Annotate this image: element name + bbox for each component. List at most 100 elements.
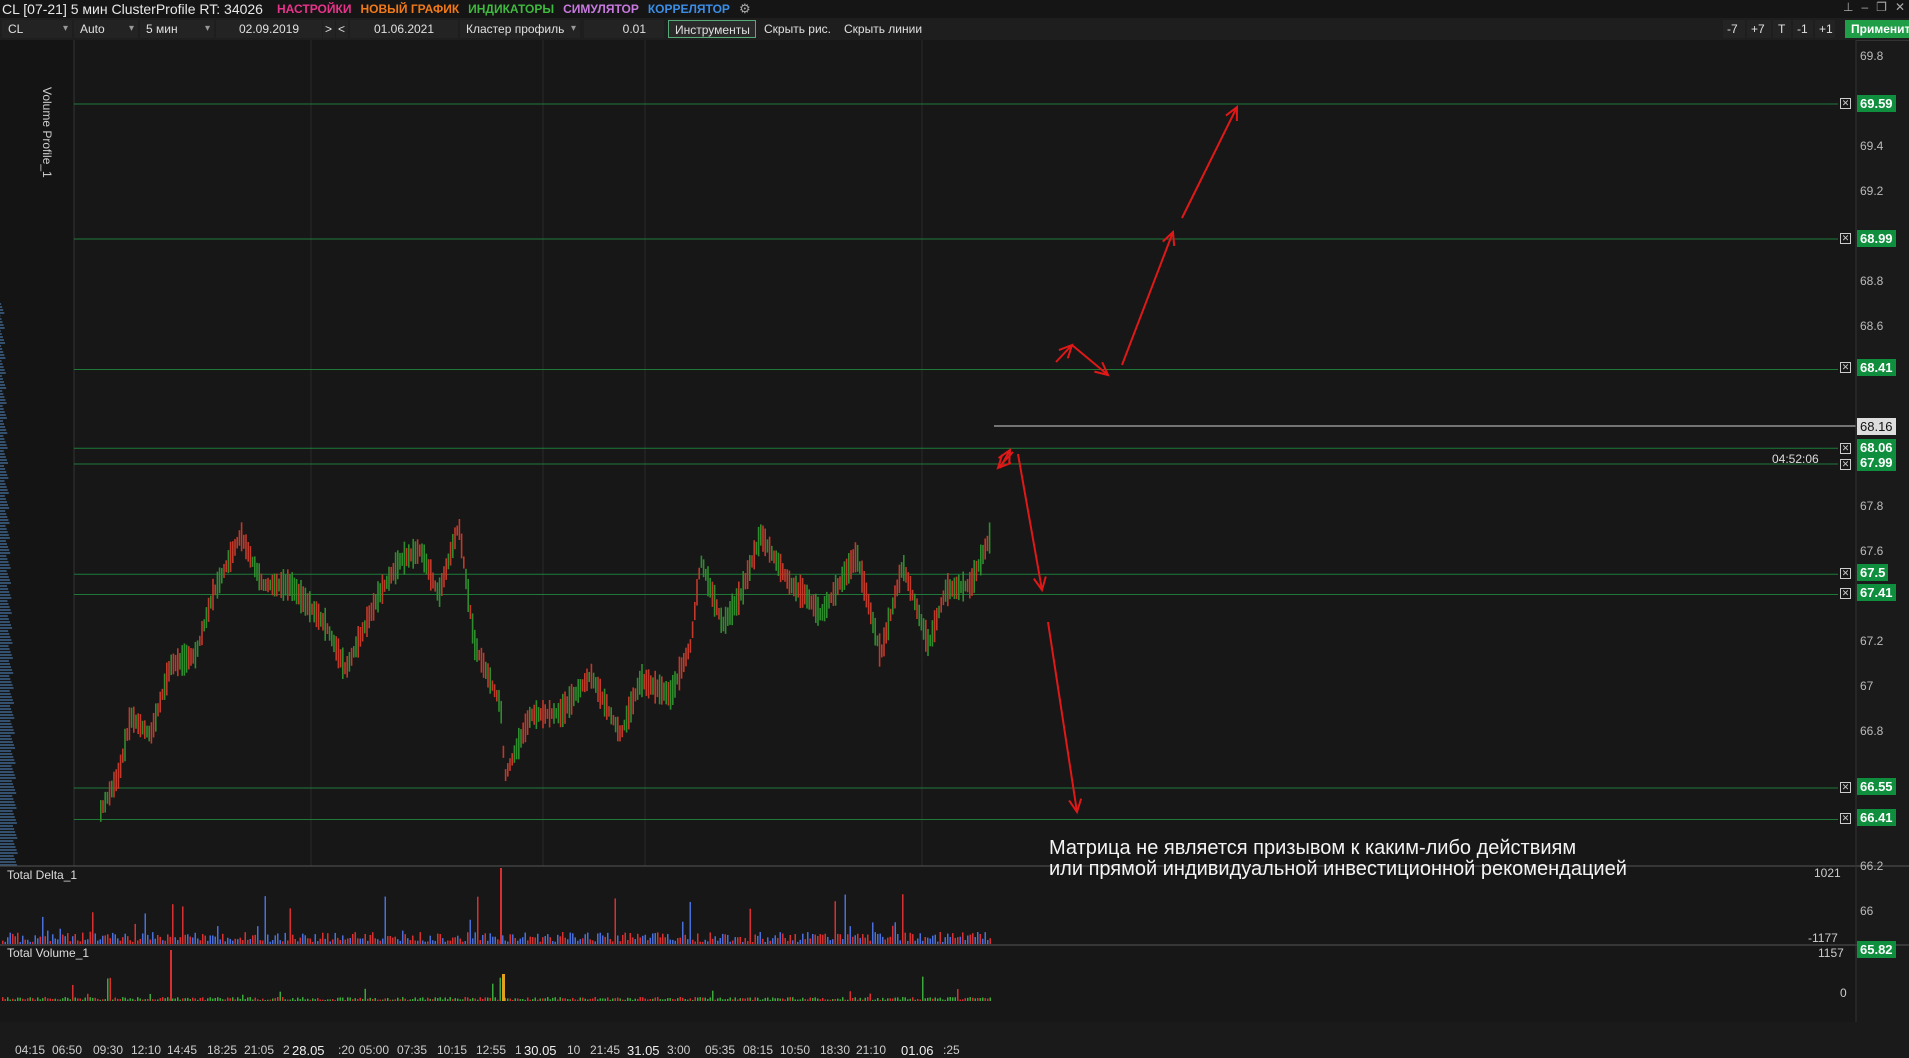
minus7-button[interactable]: -7 — [1723, 20, 1745, 38]
volume-bar — [465, 997, 467, 1001]
volume-bar — [380, 1000, 382, 1001]
cluster-bar — [657, 680, 659, 698]
volume-bar — [755, 997, 757, 1001]
volume-profile-bar — [0, 627, 12, 629]
volume-bar — [297, 998, 299, 1001]
delta-bar — [485, 933, 487, 944]
pin-icon[interactable]: ⊥ — [1843, 0, 1853, 14]
delta-bar — [232, 941, 234, 944]
date-to-field[interactable]: 01.06.2021 — [350, 20, 458, 38]
volume-max: 1157 — [1818, 946, 1844, 960]
volume-profile-bar — [0, 444, 7, 446]
hide-drawings-button[interactable]: Скрыть рис. — [758, 20, 842, 38]
volume-bar — [642, 997, 644, 1001]
menu-indicators[interactable]: ИНДИКАТОРЫ — [468, 2, 554, 16]
apply-button[interactable]: Применить — [1845, 20, 1909, 38]
volume-profile-bar — [0, 705, 10, 707]
delta-bar — [720, 938, 722, 944]
cluster-bar — [767, 539, 769, 552]
minus1-button[interactable]: -1 — [1793, 20, 1813, 38]
volume-profile-bar — [0, 717, 14, 719]
timeframe-select[interactable]: 5 мин — [140, 20, 214, 38]
cluster-bar — [509, 758, 511, 771]
level-close-icon[interactable]: ✕ — [1840, 459, 1851, 470]
cluster-bar — [555, 708, 557, 718]
level-close-icon[interactable]: ✕ — [1840, 588, 1851, 599]
volume-profile-bar — [0, 822, 17, 824]
cluster-bar — [947, 573, 949, 606]
plus1-button[interactable]: +1 — [1815, 20, 1835, 38]
volume-profile-bar — [0, 408, 4, 410]
date-from-field[interactable]: 02.09.2019 — [216, 20, 322, 38]
delta-bar — [560, 936, 562, 944]
tools-button[interactable]: Инструменты — [668, 20, 756, 38]
menu-new-chart[interactable]: НОВЫЙ ГРАФИК — [360, 2, 459, 16]
delta-bar — [22, 936, 24, 944]
symbol-select[interactable]: CL — [2, 20, 72, 38]
t-button[interactable]: T — [1773, 20, 1791, 38]
volume-bar — [757, 998, 759, 1001]
volume-bar — [220, 998, 222, 1001]
cluster-bar — [758, 527, 760, 556]
menu-settings[interactable]: НАСТРОЙКИ — [277, 2, 351, 16]
volume-profile-bar — [0, 615, 8, 617]
volume-bar — [177, 997, 179, 1001]
volume-bar — [252, 1000, 254, 1001]
cluster-bar — [379, 583, 381, 602]
level-label: 69.59 — [1857, 95, 1896, 112]
menu-simulator[interactable]: СИМУЛЯТОР — [563, 2, 639, 16]
level-close-icon[interactable]: ✕ — [1840, 98, 1851, 109]
level-close-icon[interactable]: ✕ — [1840, 782, 1851, 793]
level-close-icon[interactable]: ✕ — [1840, 813, 1851, 824]
nav-next-button[interactable]: > — [323, 20, 335, 38]
volume-profile-bar — [0, 651, 11, 653]
level-close-icon[interactable]: ✕ — [1840, 362, 1851, 373]
volume-profile-bar — [0, 765, 12, 767]
delta-bar — [542, 937, 544, 944]
restore-icon[interactable]: ❐ — [1876, 0, 1887, 14]
chart-area[interactable]: Volume Profile_1 04:52:06 Матрица не явл… — [0, 40, 1909, 1022]
delta-bar — [817, 936, 819, 944]
cluster-bar — [729, 601, 731, 625]
cluster-bar — [265, 579, 267, 591]
delta-bar — [167, 934, 169, 944]
volume-profile-bar — [0, 630, 8, 632]
chart-type-select[interactable]: Кластер профиль — [460, 20, 580, 38]
close-icon[interactable]: ✕ — [1895, 0, 1905, 14]
cluster-bar — [938, 606, 940, 618]
cluster-bar — [665, 681, 667, 704]
delta-bar — [447, 941, 449, 944]
cluster-bar — [239, 530, 241, 546]
minimize-icon[interactable]: – — [1861, 0, 1868, 14]
nav-prev-button[interactable]: < — [336, 20, 348, 38]
cluster-bar — [804, 584, 806, 604]
hide-lines-button[interactable]: Скрыть линии — [838, 20, 928, 38]
scale-select[interactable]: Auto — [74, 20, 138, 38]
volume-bar — [517, 998, 519, 1001]
step-stepper[interactable]: 0.01 — [584, 20, 664, 38]
level-close-icon[interactable]: ✕ — [1840, 443, 1851, 454]
volume-profile-bar — [0, 309, 3, 311]
cluster-bar — [434, 580, 436, 591]
volume-bar — [645, 999, 647, 1001]
level-close-icon[interactable]: ✕ — [1840, 568, 1851, 579]
level-close-icon[interactable]: ✕ — [1840, 233, 1851, 244]
delta-bar — [332, 939, 334, 944]
delta-bar — [860, 938, 862, 944]
volume-bar — [245, 999, 247, 1001]
delta-bar — [945, 937, 947, 944]
cluster-bar — [465, 569, 467, 589]
gears-icon[interactable]: ⚙ — [739, 1, 751, 17]
menu-correlator[interactable]: КОРРЕЛЯТОР — [648, 2, 730, 16]
cluster-bar — [186, 645, 188, 673]
delta-bar — [370, 935, 372, 944]
cluster-bar — [538, 707, 540, 722]
volume-bar — [127, 999, 129, 1001]
volume-bar — [180, 1000, 182, 1001]
plus7-button[interactable]: +7 — [1747, 20, 1771, 38]
volume-bar — [655, 998, 657, 1001]
cluster-bar — [921, 614, 923, 631]
delta-bar — [525, 933, 527, 944]
delta-bar — [662, 934, 664, 944]
delta-bar — [435, 941, 437, 944]
